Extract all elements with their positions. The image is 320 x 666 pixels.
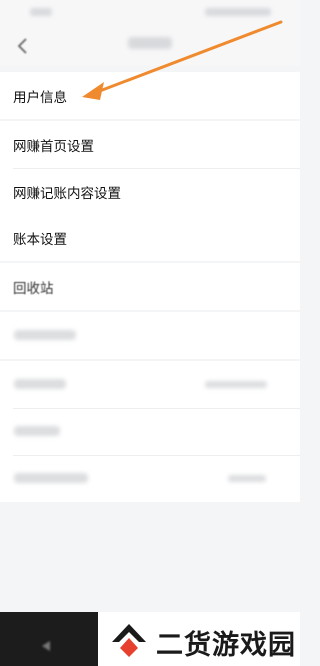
settings-item-label: 网赚首页设置 <box>13 139 94 155</box>
settings-item-ledger-settings[interactable]: 账本设置 <box>0 214 300 261</box>
nav-bar <box>0 26 300 66</box>
settings-group-recycle: 回收站 <box>0 263 300 310</box>
settings-item-user-info[interactable]: 用户信息 <box>0 72 300 119</box>
settings-group-other <box>0 312 300 359</box>
settings-item-blurred-2[interactable] <box>0 361 300 408</box>
settings-group-user: 用户信息 <box>0 72 300 119</box>
settings-item-label: 用户信息 <box>13 90 67 106</box>
settings-group-wangzhuan: 网赚首页设置 网赚记账内容设置 <box>0 121 300 215</box>
settings-item-record-content-settings[interactable]: 网赚记账内容设置 <box>0 168 300 215</box>
house-logo <box>112 624 146 657</box>
settings-group-other-2 <box>0 361 300 502</box>
back-gesture-icon[interactable] <box>40 640 52 652</box>
status-bar <box>0 0 300 26</box>
settings-item-label: 网赚记账内容设置 <box>13 186 121 202</box>
chevron-left-icon[interactable] <box>14 36 32 56</box>
settings-item-blurred-4[interactable] <box>0 455 300 502</box>
settings-item-home-settings[interactable]: 网赚首页设置 <box>0 121 300 168</box>
watermark-text: 二货游戏园 <box>156 630 296 661</box>
settings-group-ledger: 账本设置 <box>0 214 300 261</box>
settings-item-blurred-3[interactable] <box>0 408 300 455</box>
settings-item-label: 账本设置 <box>13 232 67 248</box>
settings-item-recycle-bin[interactable]: 回收站 <box>0 263 300 310</box>
settings-item-label: 回收站 <box>13 281 54 297</box>
settings-item-blurred-1[interactable] <box>0 312 300 359</box>
watermark: 二货游戏园 <box>98 612 300 666</box>
